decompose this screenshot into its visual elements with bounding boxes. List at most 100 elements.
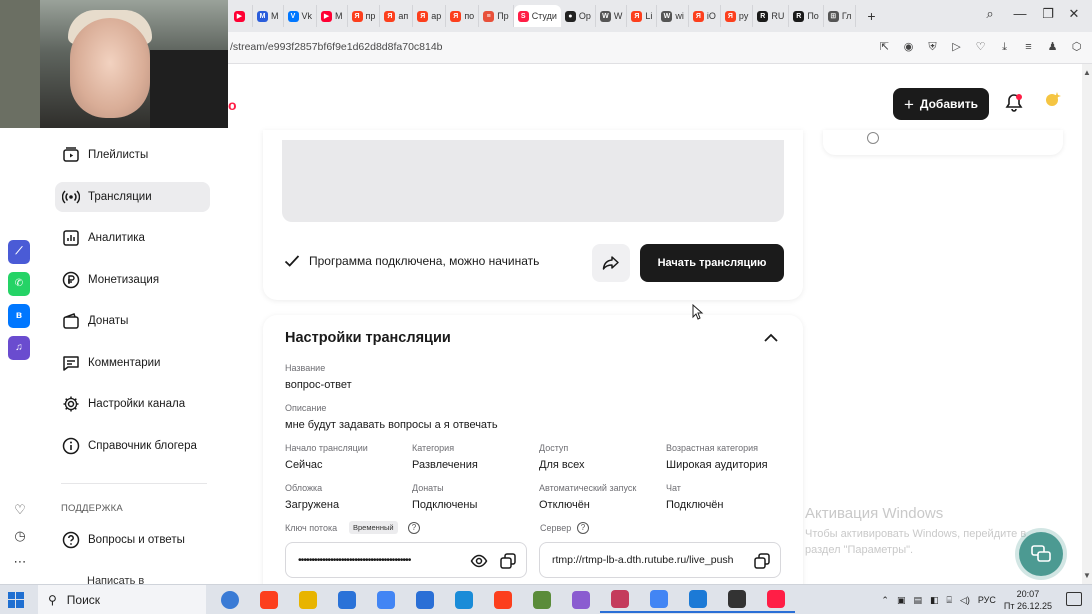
sidebar-item-analytics[interactable]: Аналитика bbox=[55, 223, 210, 253]
stream-key-field[interactable]: ••••••••••••••••••••••••••••••••••••••••… bbox=[285, 542, 527, 578]
scroll-up-icon[interactable]: ▲ bbox=[1083, 68, 1091, 77]
activation-watermark-title: Активация Windows bbox=[805, 505, 944, 522]
browser-tab[interactable]: WW bbox=[596, 5, 628, 27]
shield-icon[interactable]: ⛨ bbox=[925, 39, 940, 55]
cover-label: Обложка bbox=[285, 483, 323, 493]
tray-app-icon[interactable]: ▣ bbox=[897, 595, 906, 606]
eye-icon[interactable] bbox=[470, 552, 488, 570]
sidebar-item-faq[interactable]: Вопросы и ответы bbox=[62, 531, 185, 549]
taskbar-app-icon[interactable] bbox=[561, 587, 600, 613]
browser-tab[interactable]: Яар bbox=[413, 5, 447, 27]
search-tabs-icon[interactable]: ⌕ bbox=[980, 6, 1000, 22]
server-field[interactable]: rtmp://rtmp-lb-a.dth.rutube.ru/live_push bbox=[539, 542, 781, 578]
tab-strip: ▶ M M V Vk ▶ M Япр Яап Яар Япо ≡ Пр S Студи ● Ор W W Я Li Wwi… bbox=[230, 4, 880, 28]
taskbar-app-icon[interactable] bbox=[678, 587, 717, 613]
clock[interactable]: 20:07 Пт 26.12.25 bbox=[1004, 588, 1052, 612]
heart-icon[interactable]: ♡ bbox=[973, 39, 988, 55]
start-broadcast-button[interactable]: Начать трансляцию bbox=[640, 244, 784, 282]
restore-icon[interactable]: ❐ bbox=[1038, 6, 1058, 22]
taskbar-app-icon[interactable] bbox=[366, 587, 405, 613]
scroll-down-icon[interactable]: ▼ bbox=[1083, 571, 1091, 580]
camera-icon[interactable]: ◉ bbox=[901, 39, 916, 55]
page-scrollbar[interactable]: ▲ ▼ bbox=[1082, 64, 1092, 584]
menu-icon[interactable]: ≡ bbox=[1021, 39, 1036, 55]
cube-icon[interactable]: ⬡ bbox=[1069, 39, 1084, 55]
help-icon[interactable]: ? bbox=[577, 522, 589, 534]
sidebar-item-wallet[interactable]: Донаты bbox=[55, 306, 210, 336]
taskbar-app-icon[interactable] bbox=[522, 587, 561, 613]
logo-fragment[interactable]: o bbox=[228, 97, 240, 113]
windows-start-icon[interactable] bbox=[8, 592, 24, 608]
browser-tab[interactable]: R По bbox=[789, 5, 824, 27]
help-icon[interactable]: ? bbox=[408, 522, 420, 534]
browser-tab[interactable]: ▶ M bbox=[317, 5, 348, 27]
taskbar-app-icon[interactable] bbox=[405, 587, 444, 613]
browser-tab[interactable]: Я Li bbox=[627, 5, 658, 27]
profile-icon[interactable]: ♟ bbox=[1045, 39, 1060, 55]
taskbar-app-icon[interactable] bbox=[444, 587, 483, 613]
whatsapp-icon[interactable]: ✆ bbox=[8, 272, 30, 296]
heart-icon[interactable]: ♡ bbox=[10, 502, 30, 518]
browser-tab[interactable]: MM bbox=[253, 5, 284, 27]
avatar[interactable] bbox=[1043, 90, 1063, 110]
tray-app-icon[interactable]: ◧ bbox=[930, 595, 939, 606]
browser-tab[interactable]: R RU bbox=[753, 5, 790, 27]
sidebar-item-comment[interactable]: Комментарии bbox=[55, 348, 210, 378]
sidebar-item-info[interactable]: Справочник блогера bbox=[55, 431, 210, 461]
minimize-icon[interactable]: — bbox=[1010, 6, 1030, 21]
browser-tab[interactable]: ▶ bbox=[230, 5, 253, 27]
browser-tab[interactable]: Яап bbox=[380, 5, 414, 27]
browser-tab[interactable]: Яру bbox=[721, 5, 754, 27]
taskbar-app-icon[interactable] bbox=[288, 587, 327, 613]
browser-tab[interactable]: V Vk bbox=[284, 5, 318, 27]
tray-chevron-icon[interactable]: ⌃ bbox=[881, 595, 889, 606]
sidebar-item-ruble[interactable]: Монетизация bbox=[55, 265, 210, 295]
taskbar-app-icon[interactable] bbox=[600, 587, 639, 613]
close-icon[interactable]: ✕ bbox=[1064, 6, 1084, 22]
taskbar-app-icon[interactable] bbox=[756, 587, 795, 613]
clock-icon[interactable]: ◷ bbox=[10, 528, 30, 544]
sidebar-item-broadcast[interactable]: Трансляции bbox=[55, 181, 210, 212]
open-external-icon[interactable]: ⇱ bbox=[877, 39, 892, 55]
download-icon[interactable]: ⤓ bbox=[997, 39, 1012, 55]
tab-label: Li bbox=[645, 11, 653, 21]
notifications-icon[interactable] bbox=[1066, 592, 1082, 606]
tray-app-icon[interactable]: ▤ bbox=[913, 595, 922, 606]
more-icon[interactable]: ⋯ bbox=[10, 554, 30, 570]
bell-icon[interactable] bbox=[1004, 93, 1024, 113]
browser-tab[interactable]: ЯiO bbox=[689, 5, 721, 27]
taskbar-app-icon[interactable] bbox=[249, 587, 288, 613]
browser-tab[interactable]: ⊞ Гл bbox=[824, 5, 857, 27]
chevron-up-icon[interactable] bbox=[762, 330, 780, 346]
browser-tab[interactable]: ● Ор bbox=[561, 5, 596, 27]
add-button[interactable]: + Добавить bbox=[893, 88, 989, 120]
taskbar-app-icon[interactable] bbox=[210, 587, 249, 613]
share-button[interactable] bbox=[592, 244, 630, 282]
browser-tab[interactable]: Wwi bbox=[657, 5, 689, 27]
play-icon[interactable]: ▷ bbox=[949, 39, 964, 55]
browser-tab[interactable]: Япр bbox=[348, 5, 381, 27]
url-text[interactable]: /stream/e993f2857bf6f9e1d62d8d8fa70c814b bbox=[230, 41, 443, 53]
webcam-overlay bbox=[0, 0, 228, 128]
taskbar-app-icon[interactable] bbox=[483, 587, 522, 613]
sidebar-item-gear[interactable]: Настройки канала bbox=[55, 389, 210, 419]
language-indicator[interactable]: РУС bbox=[978, 595, 996, 605]
copy-icon[interactable] bbox=[499, 552, 517, 570]
browser-tab[interactable]: Япо bbox=[446, 5, 480, 27]
taskbar-search[interactable]: ⚲ Поиск bbox=[38, 585, 206, 614]
support-chat-button[interactable] bbox=[1019, 532, 1063, 576]
browser-tab[interactable]: ≡ Пр bbox=[479, 5, 514, 27]
headphones-icon[interactable]: ♫ bbox=[8, 336, 30, 360]
app-icon-1[interactable]: ⟋ bbox=[8, 240, 30, 264]
taskbar-app-icon[interactable] bbox=[639, 587, 678, 613]
sidebar-item-playlist[interactable]: Плейлисты bbox=[55, 140, 210, 170]
volume-icon[interactable]: ◁) bbox=[960, 595, 970, 606]
autostart-label: Автоматический запуск bbox=[539, 483, 637, 493]
vk-icon[interactable]: в bbox=[8, 304, 30, 328]
new-tab-button[interactable]: + bbox=[862, 8, 880, 24]
taskbar-app-icon[interactable] bbox=[717, 587, 756, 613]
network-icon[interactable]: ⌸ bbox=[947, 595, 952, 606]
browser-tab[interactable]: S Студи bbox=[513, 5, 561, 27]
copy-icon[interactable] bbox=[753, 552, 771, 570]
taskbar-app-icon[interactable] bbox=[327, 587, 366, 613]
